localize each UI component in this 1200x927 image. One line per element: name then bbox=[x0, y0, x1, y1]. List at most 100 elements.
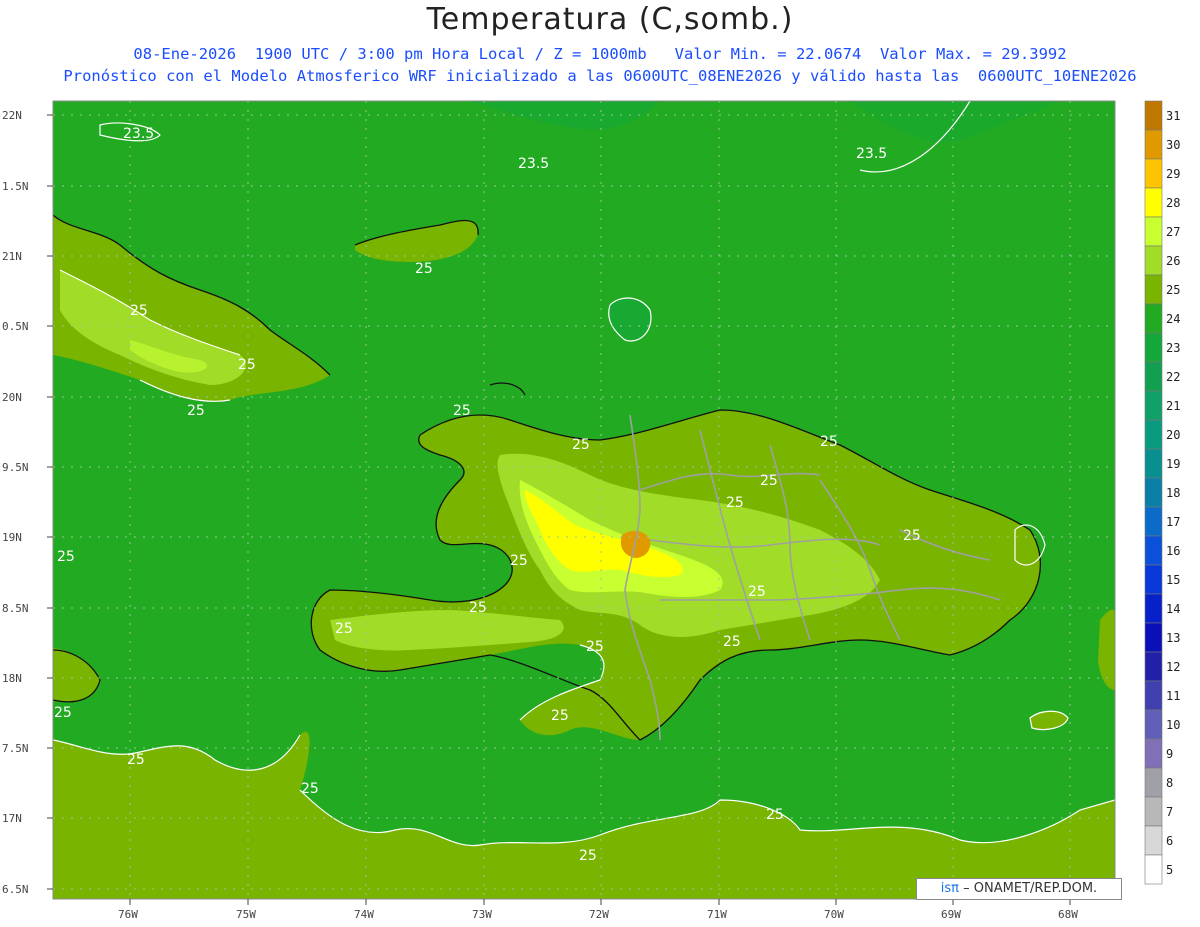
colorbar-label: 9 bbox=[1166, 747, 1173, 761]
contour-label: 25 bbox=[766, 807, 784, 823]
colorbar-label: 19 bbox=[1166, 457, 1180, 471]
colorbar-swatch bbox=[1144, 390, 1163, 421]
contour-label: 23.5 bbox=[123, 126, 154, 142]
contour-label: 25 bbox=[586, 639, 604, 655]
longitude-axis: 76W 75W 74W 73W 72W 71W 70W 69W 68W bbox=[118, 899, 1078, 921]
colorbar-label: 20 bbox=[1166, 428, 1180, 442]
colorbar-swatch bbox=[1144, 535, 1163, 566]
colorbar-swatch bbox=[1144, 129, 1163, 160]
colorbar-label: 26 bbox=[1166, 254, 1180, 268]
colorbar-swatch bbox=[1144, 506, 1163, 537]
contour-label: 25 bbox=[415, 261, 433, 277]
contour-label: 23.5 bbox=[518, 156, 549, 172]
contour-label: 25 bbox=[579, 848, 597, 864]
contour-label: 25 bbox=[57, 549, 75, 565]
contour-label: 25 bbox=[130, 303, 148, 319]
colorbar-label: 27 bbox=[1166, 225, 1180, 239]
colorbar-label: 15 bbox=[1166, 573, 1180, 587]
colorbar-swatch bbox=[1144, 622, 1163, 653]
colorbar-swatch bbox=[1144, 477, 1163, 508]
contour-label: 25 bbox=[572, 437, 590, 453]
colorbar-label: 24 bbox=[1166, 312, 1180, 326]
contour-label: 25 bbox=[335, 621, 353, 637]
latitude-axis: 22N 1.5N 21N 0.5N 20N 9.5N 19N 8.5N 18N … bbox=[2, 109, 53, 896]
lon-label: 72W bbox=[589, 908, 609, 921]
credit-box: isπ – ONAMET/REP.DOM. bbox=[916, 878, 1122, 900]
colorbar-label: 22 bbox=[1166, 370, 1180, 384]
colorbar-swatch bbox=[1144, 100, 1163, 131]
colorbar-label: 10 bbox=[1166, 718, 1180, 732]
colorbar-label: 17 bbox=[1166, 515, 1180, 529]
colorbar-label: 18 bbox=[1166, 486, 1180, 500]
colorbar-swatch bbox=[1144, 709, 1163, 740]
lat-label: 22N bbox=[2, 109, 22, 122]
lat-label: 19N bbox=[2, 531, 22, 544]
contour-label: 25 bbox=[187, 403, 205, 419]
colorbar-label: 8 bbox=[1166, 776, 1173, 790]
contour-label: 25 bbox=[238, 357, 256, 373]
colorbar-swatch bbox=[1144, 651, 1163, 682]
colorbar-swatch bbox=[1144, 303, 1163, 334]
lat-label: 6.5N bbox=[2, 883, 29, 896]
lon-label: 68W bbox=[1058, 908, 1078, 921]
colorbar-swatch bbox=[1144, 245, 1163, 276]
lat-label: 0.5N bbox=[2, 320, 29, 333]
lon-label: 75W bbox=[236, 908, 256, 921]
lon-label: 69W bbox=[941, 908, 961, 921]
lat-label: 1.5N bbox=[2, 180, 29, 193]
colorbar-swatch bbox=[1144, 361, 1163, 392]
colorbar-label: 13 bbox=[1166, 631, 1180, 645]
istt-logo: isπ bbox=[940, 881, 960, 896]
colorbar-label: 16 bbox=[1166, 544, 1180, 558]
colorbar-label: 12 bbox=[1166, 660, 1180, 674]
credit-text: – ONAMET/REP.DOM. bbox=[963, 881, 1098, 896]
colorbar-label: 6 bbox=[1166, 834, 1173, 848]
lat-label: 7.5N bbox=[2, 742, 29, 755]
colorbar-label: 7 bbox=[1166, 805, 1173, 819]
colorbar-swatch bbox=[1144, 158, 1163, 189]
lon-label: 74W bbox=[354, 908, 374, 921]
colorbar-label: 11 bbox=[1166, 689, 1180, 703]
lat-label: 21N bbox=[2, 250, 22, 263]
colorbar-label: 5 bbox=[1166, 863, 1173, 877]
colorbar-label: 21 bbox=[1166, 399, 1180, 413]
colorbar-label: 25 bbox=[1166, 283, 1180, 297]
map-canvas: 23.5 23.5 23.5 25 25 25 25 25 25 25 25 2… bbox=[2, 100, 1180, 921]
contour-label: 25 bbox=[723, 634, 741, 650]
colorbar-label: 23 bbox=[1166, 341, 1180, 355]
contour-label: 25 bbox=[820, 434, 838, 450]
lat-label: 9.5N bbox=[2, 461, 29, 474]
colorbar-swatch bbox=[1144, 187, 1163, 218]
contour-label: 23.5 bbox=[856, 146, 887, 162]
contour-label: 25 bbox=[726, 495, 744, 511]
colorbar-swatch bbox=[1144, 680, 1163, 711]
colorbar-swatch bbox=[1144, 448, 1163, 479]
lon-label: 73W bbox=[472, 908, 492, 921]
colorbar-swatch bbox=[1144, 825, 1163, 856]
contour-label: 25 bbox=[127, 752, 145, 768]
contour-label: 25 bbox=[453, 403, 471, 419]
colorbar: 31 30 29 28 27 26 25 24 23 22 21 20 19 18 17 16 15 14 13 12… bbox=[1144, 100, 1180, 885]
colorbar-swatch bbox=[1144, 564, 1163, 595]
lon-label: 70W bbox=[824, 908, 844, 921]
colorbar-swatch bbox=[1144, 767, 1163, 798]
lat-label: 18N bbox=[2, 672, 22, 685]
lat-label: 17N bbox=[2, 812, 22, 825]
contour-label: 25 bbox=[301, 781, 319, 797]
colorbar-label: 29 bbox=[1166, 167, 1180, 181]
contour-label: 25 bbox=[748, 584, 766, 600]
colorbar-swatch bbox=[1144, 796, 1163, 827]
contour-label: 25 bbox=[510, 553, 528, 569]
colorbar-label: 14 bbox=[1166, 602, 1180, 616]
colorbar-label: 31 bbox=[1166, 109, 1180, 123]
colorbar-swatch bbox=[1144, 274, 1163, 305]
lon-label: 76W bbox=[118, 908, 138, 921]
contour-label: 25 bbox=[760, 473, 778, 489]
colorbar-label: 30 bbox=[1166, 138, 1180, 152]
contour-label: 25 bbox=[469, 600, 487, 616]
contour-label: 25 bbox=[54, 705, 72, 721]
colorbar-swatch bbox=[1144, 216, 1163, 247]
lat-label: 20N bbox=[2, 391, 22, 404]
contour-label: 25 bbox=[551, 708, 569, 724]
lon-label: 71W bbox=[707, 908, 727, 921]
